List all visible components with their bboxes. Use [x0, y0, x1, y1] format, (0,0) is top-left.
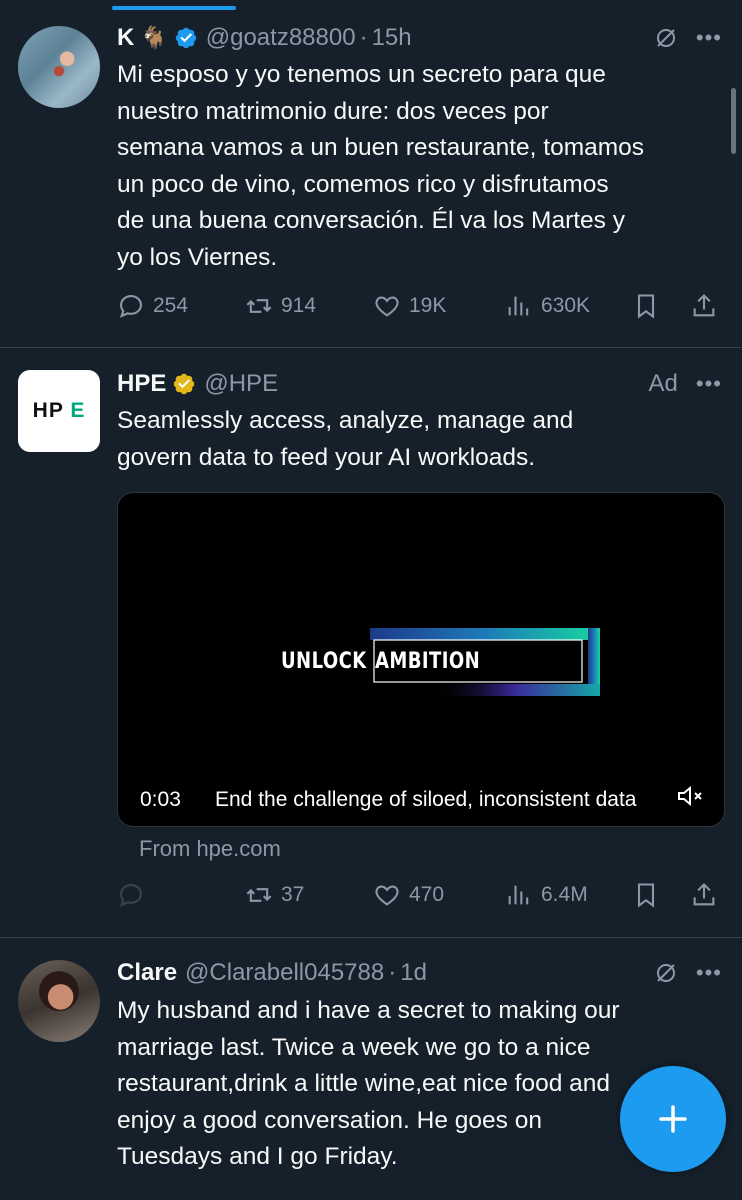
video-caption: End the challenge of siloed, inconsisten…	[215, 788, 637, 811]
timestamp[interactable]: 15h	[372, 24, 412, 52]
goat-emoji-icon: 🐐	[140, 25, 168, 50]
video-player[interactable]: UNLOCK AMBITION 0:03 End the challenge o…	[117, 492, 725, 827]
mute-icon[interactable]	[676, 784, 706, 808]
video-title-word-1: UNLOCK	[281, 648, 367, 674]
reply-button[interactable]	[117, 877, 145, 913]
share-button[interactable]	[690, 877, 718, 913]
tweet[interactable]: K 🐐 @goatz88800 · 15h ••• Mi esposo y yo…	[0, 0, 742, 348]
more-icon[interactable]: •••	[696, 373, 722, 395]
more-icon[interactable]: •••	[696, 27, 722, 49]
view-count: 630K	[541, 294, 591, 317]
retweet-count: 37	[281, 883, 305, 906]
retweet-icon	[246, 299, 272, 313]
more-icon[interactable]: •••	[696, 962, 722, 984]
video-title-word-2: AMBITION	[375, 648, 481, 674]
share-button[interactable]	[690, 288, 718, 324]
verified-icon	[174, 26, 198, 50]
views-button[interactable]: 6.4M	[505, 877, 588, 913]
tweet-text: Seamlessly access, analyze, manage and g…	[117, 407, 574, 471]
handle[interactable]: @HPE	[204, 370, 278, 398]
views-icon	[508, 296, 529, 316]
compose-icon	[659, 1105, 687, 1133]
separator-dot: ·	[388, 959, 397, 986]
reply-button[interactable]: 254	[117, 288, 188, 324]
action-bar: 254 914 19K 630K	[117, 288, 724, 324]
grok-icon[interactable]	[654, 26, 678, 50]
bookmark-button[interactable]	[632, 877, 660, 913]
handle[interactable]: @goatz88800	[206, 24, 356, 52]
views-button[interactable]: 630K	[505, 288, 590, 324]
like-icon	[375, 885, 399, 906]
views-icon	[508, 885, 529, 905]
retweet-button[interactable]: 37	[245, 877, 304, 913]
like-button[interactable]: 470	[373, 877, 444, 913]
display-name[interactable]: K	[117, 24, 134, 52]
bookmark-icon	[637, 883, 655, 908]
bookmark-button[interactable]	[632, 288, 660, 324]
handle[interactable]: @Clarabell045788	[185, 959, 384, 987]
reply-count: 254	[153, 294, 189, 317]
timestamp[interactable]: 1d	[400, 959, 427, 987]
separator-dot: ·	[359, 24, 368, 51]
retweet-icon	[246, 888, 272, 902]
scrollbar[interactable]	[731, 88, 736, 154]
bookmark-icon	[637, 294, 655, 319]
share-icon	[693, 883, 715, 906]
hpe-logo-avatar[interactable]: HP E	[18, 370, 100, 452]
display-name[interactable]: Clare	[117, 959, 177, 987]
hpe-logo: HP E	[32, 399, 86, 422]
tweet-header: K 🐐 @goatz88800 · 15h •••	[117, 22, 722, 54]
tweet-header: Clare @Clarabell045788 · 1d •••	[117, 957, 722, 989]
verified-gold-icon	[172, 372, 196, 396]
like-button[interactable]: 19K	[373, 288, 446, 324]
action-bar: 37 470 6.4M	[117, 877, 724, 913]
retweet-count: 914	[281, 294, 317, 317]
view-count: 6.4M	[541, 883, 588, 906]
tweet-text: Mi esposo y yo tenemos un secreto para q…	[117, 61, 645, 271]
reply-icon	[119, 884, 142, 907]
hpe-logo-accent: E	[70, 399, 86, 422]
display-name[interactable]: HPE	[117, 370, 166, 398]
avatar[interactable]	[18, 26, 100, 108]
like-count: 19K	[409, 294, 447, 317]
share-icon	[693, 294, 715, 317]
avatar[interactable]	[18, 960, 100, 1042]
reply-icon	[119, 295, 142, 318]
tweet-header: HPE @HPE Ad •••	[117, 368, 722, 400]
ad-label: Ad	[648, 370, 678, 397]
retweet-button[interactable]: 914	[245, 288, 316, 324]
ad-source-link[interactable]: From hpe.com	[139, 836, 281, 862]
grok-icon[interactable]	[654, 961, 678, 985]
like-icon	[375, 296, 399, 317]
video-timestamp: 0:03	[140, 788, 181, 811]
like-count: 470	[409, 883, 445, 906]
compose-button[interactable]	[620, 1066, 726, 1172]
